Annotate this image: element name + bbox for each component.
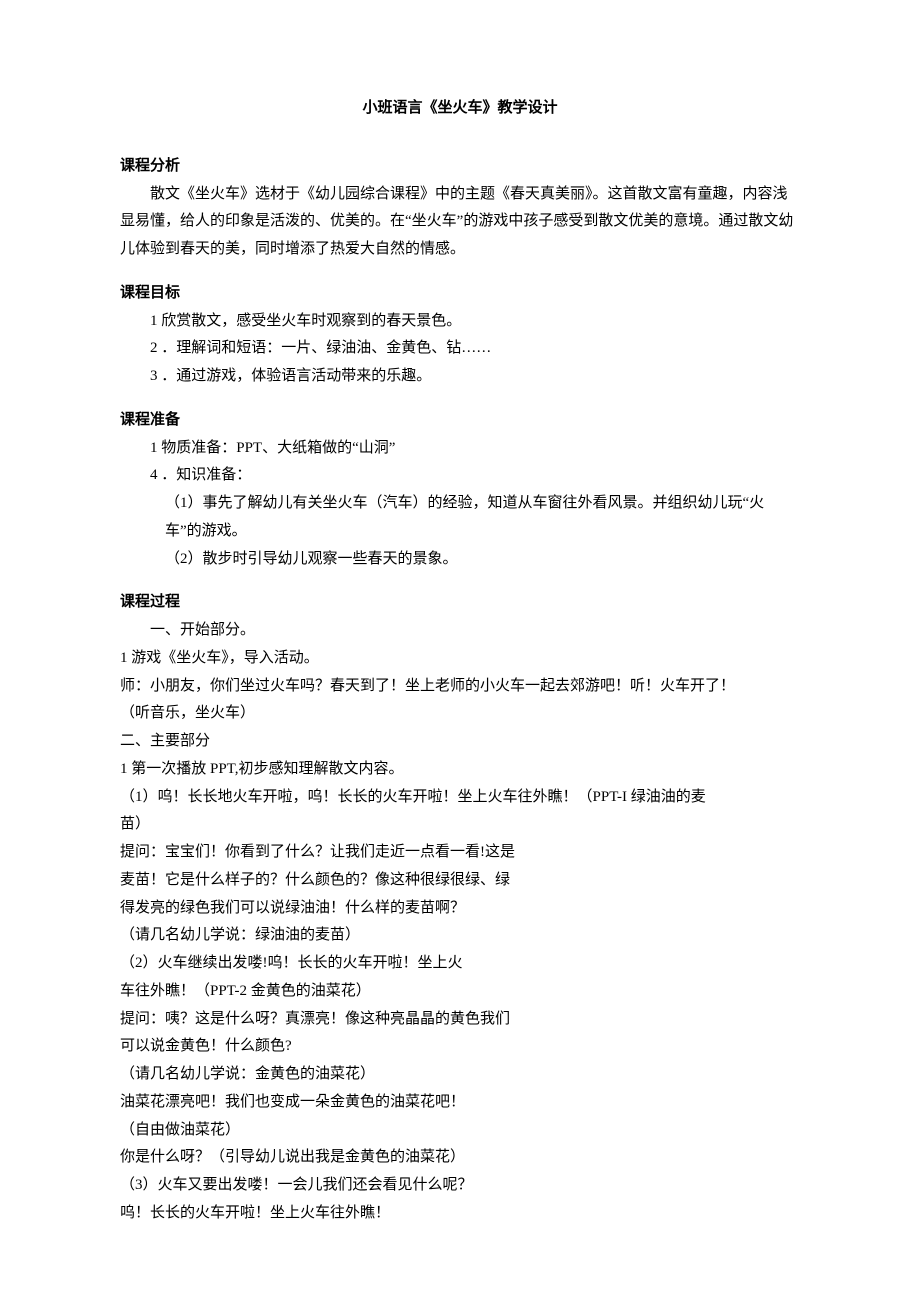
section-goals: 课程目标 1 欣赏散文，感受坐火车时观察到的春天景色。 2 ．理解词和短语：一片…	[120, 280, 800, 391]
document-page: 小班语言《坐火车》教学设计 课程分析 散文《坐火车》选材于《幼儿园综合课程》中的…	[0, 0, 920, 1304]
process-line: （3）火车又要出发喽！一会儿我们还会看见什么呢？	[120, 1172, 800, 1200]
goals-item: 2 ．理解词和短语：一片、绿油油、金黄色、钻……	[150, 335, 800, 363]
process-line: （请几名幼儿学说：绿油油的麦苗）	[120, 922, 800, 950]
section-analysis: 课程分析 散文《坐火车》选材于《幼儿园综合课程》中的主题《春天真美丽》。这首散文…	[120, 153, 800, 264]
process-line: 车往外瞧！（PPT-2 金黄色的油菜花）	[120, 978, 800, 1006]
process-heading: 课程过程	[120, 589, 800, 617]
process-line: 油菜花漂亮吧！我们也变成一朵金黄色的油菜花吧！	[120, 1089, 800, 1117]
process-line: 苗）	[120, 811, 800, 839]
goals-item: 1 欣赏散文，感受坐火车时观察到的春天景色。	[150, 308, 800, 336]
page-title: 小班语言《坐火车》教学设计	[120, 95, 800, 123]
process-line: 提问：咦？这是什么呀？真漂亮！像这种亮晶晶的黄色我们	[120, 1006, 800, 1034]
process-line: 二、主要部分	[120, 728, 800, 756]
section-prep: 课程准备 1 物质准备：PPT、大纸箱做的“山洞” 4 ．知识准备： （1）事先…	[120, 407, 800, 574]
process-line: 得发亮的绿色我们可以说绿油油！什么样的麦苗啊？	[120, 895, 800, 923]
section-process: 课程过程 一、开始部分。 1 游戏《坐火车》，导入活动。 师：小朋友，你们坐过火…	[120, 589, 800, 1227]
process-line: （2）火车继续出发喽!呜！长长的火车开啦！坐上火	[120, 950, 800, 978]
process-line: （自由做油菜花）	[120, 1117, 800, 1145]
prep-sub-item: （2）散步时引导幼儿观察一些春天的景象。	[165, 546, 800, 574]
process-line: 提问：宝宝们！你看到了什么？让我们走近一点看一看!这是	[120, 839, 800, 867]
process-line: 1 游戏《坐火车》，导入活动。	[120, 645, 800, 673]
process-line: （1）呜！长长地火车开啦，呜！长长的火车开啦！坐上火车往外瞧！（PPT-I 绿油…	[120, 784, 800, 812]
process-line: 呜！长长的火车开啦！坐上火车往外瞧！	[120, 1200, 800, 1228]
prep-item: 4 ．知识准备：	[150, 462, 800, 490]
prep-sub-item: （1）事先了解幼儿有关坐火车（汽车）的经验，知道从车窗往外看风景。并组织幼儿玩“…	[165, 490, 800, 546]
prep-item: 1 物质准备：PPT、大纸箱做的“山洞”	[150, 435, 800, 463]
process-line: 1 第一次播放 PPT,初步感知理解散文内容。	[120, 756, 800, 784]
process-line: 你是什么呀？（引导幼儿说出我是金黄色的油菜花）	[120, 1144, 800, 1172]
process-line: 师：小朋友，你们坐过火车吗？春天到了！坐上老师的小火车一起去郊游吧！听！火车开了…	[120, 673, 800, 701]
analysis-heading: 课程分析	[120, 153, 800, 181]
process-line: （听音乐，坐火车）	[120, 700, 800, 728]
goals-heading: 课程目标	[120, 280, 800, 308]
process-line: 麦苗！它是什么样子的？什么颜色的？像这种很绿很绿、绿	[120, 867, 800, 895]
analysis-paragraph: 散文《坐火车》选材于《幼儿园综合课程》中的主题《春天真美丽》。这首散文富有童趣，…	[120, 181, 800, 264]
prep-heading: 课程准备	[120, 407, 800, 435]
process-intro: 一、开始部分。	[150, 617, 800, 645]
goals-item: 3 ．通过游戏，体验语言活动带来的乐趣。	[150, 363, 800, 391]
process-line: 可以说金黄色！什么颜色?	[120, 1033, 800, 1061]
process-line: （请几名幼儿学说：金黄色的油菜花）	[120, 1061, 800, 1089]
